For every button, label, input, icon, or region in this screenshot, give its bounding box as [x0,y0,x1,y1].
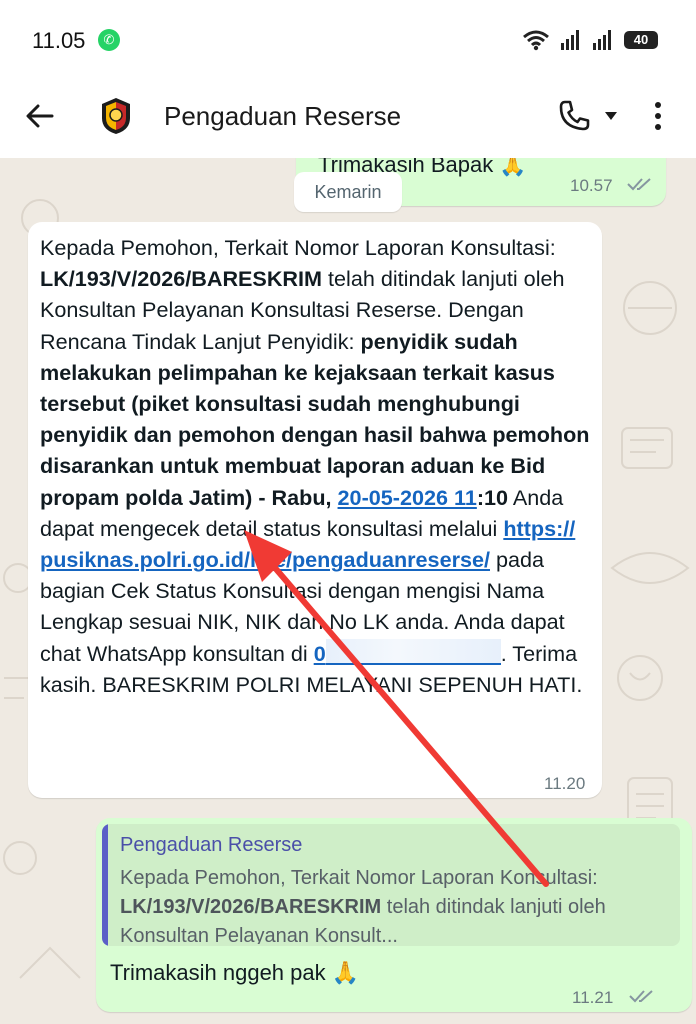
signal-icon [593,30,611,50]
dropdown-caret-icon[interactable] [604,110,618,122]
signal-icon [561,30,579,50]
report-number: LK/193/V/2026/BARESKRIM [40,266,323,292]
wifi-icon [523,30,549,51]
chat-title[interactable]: Pengaduan Reserse [164,101,401,132]
date-link[interactable]: 20-05-2026 11 [338,485,477,510]
back-arrow-icon[interactable] [22,98,58,134]
chat-header: Pengaduan Reserse [0,80,696,158]
quoted-report-number: LK/193/V/2026/BARESKRIM [120,896,382,918]
phone-icon[interactable] [556,98,592,134]
status-bar: 11.05 ✆ 40 [0,0,696,80]
message-text: Kepada Pemohon, Terkait Nomor Laporan Ko… [40,232,590,700]
status-icons: 40 [522,26,658,54]
quoted-message[interactable]: Pengaduan Reserse Kepada Pemohon, Terkai… [102,824,680,946]
time-text: :10 [476,484,509,510]
quoted-sender: Pengaduan Reserse [120,834,303,856]
chat-area[interactable]: Trimakasih Bapak 🙏 10.57 Kemarin Kepada … [0,158,696,1024]
quoted-text-part: Kepada Pemohon, Terkait Nomor Laporan Ko… [120,867,598,889]
message-text-part: Kepada Pemohon, Terkait Nomor Laporan Ko… [40,235,556,260]
message-time: 10.57 [570,176,613,195]
follow-up-plan: penyidik sudah melakukan pelimpahan ke k… [40,328,590,510]
whatsapp-notification-icon: ✆ [98,29,120,51]
more-vert-icon[interactable] [648,98,668,134]
message-bubble-outgoing[interactable]: Pengaduan Reserse Kepada Pemohon, Terkai… [96,818,692,1012]
message-text: Trimakasih nggeh pak 🙏 [110,960,360,985]
redacted-phone [325,638,501,665]
date-chip: Kemarin [294,172,402,212]
status-time: 11.05 [32,28,86,53]
message-bubble-incoming[interactable]: Kepada Pemohon, Terkait Nomor Laporan Ko… [28,222,602,798]
phone-number-link[interactable]: 0 [314,641,326,666]
quote-accent-bar [102,824,108,946]
message-time: 11.21 [572,988,614,1007]
battery-icon: 40 [624,31,658,49]
quoted-text: Kepada Pemohon, Terkait Nomor Laporan Ko… [120,864,668,944]
double-check-icon [629,990,653,1003]
message-time: 11.20 [544,774,586,793]
double-check-icon [627,178,651,191]
police-badge-icon[interactable] [98,96,134,136]
